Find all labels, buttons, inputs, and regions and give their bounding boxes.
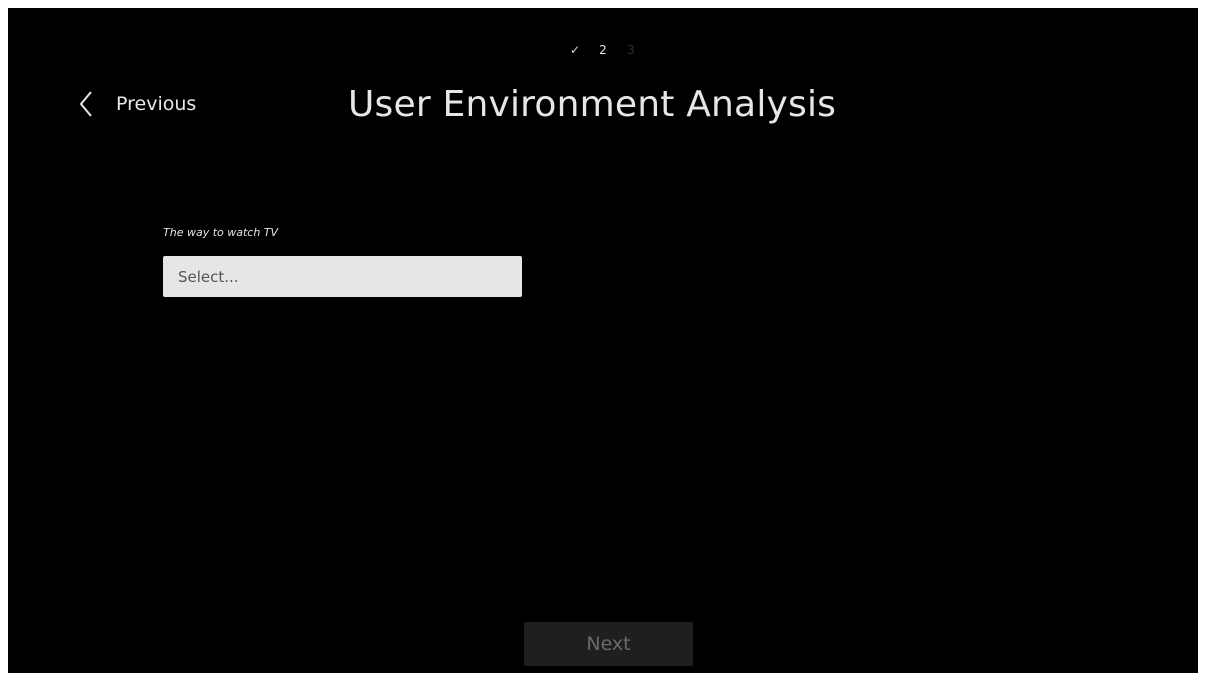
step-3-upcoming: 3: [627, 43, 635, 57]
step-1-complete: ✓: [569, 43, 581, 57]
chevron-left-icon: [76, 89, 96, 119]
step-2-current: 2: [599, 43, 607, 57]
watch-tv-method-select[interactable]: Select...: [163, 256, 522, 297]
previous-button[interactable]: Previous: [76, 88, 196, 120]
page-title: User Environment Analysis: [348, 84, 837, 125]
previous-label: Previous: [116, 93, 197, 115]
field-label: The way to watch TV: [163, 226, 279, 239]
select-value: Select...: [178, 267, 239, 286]
step-indicator: ✓ 2 3: [8, 42, 1198, 58]
tv-setup-screen: ✓ 2 3 Previous User Environment Analysis…: [8, 8, 1198, 673]
next-button[interactable]: Next: [524, 622, 693, 666]
